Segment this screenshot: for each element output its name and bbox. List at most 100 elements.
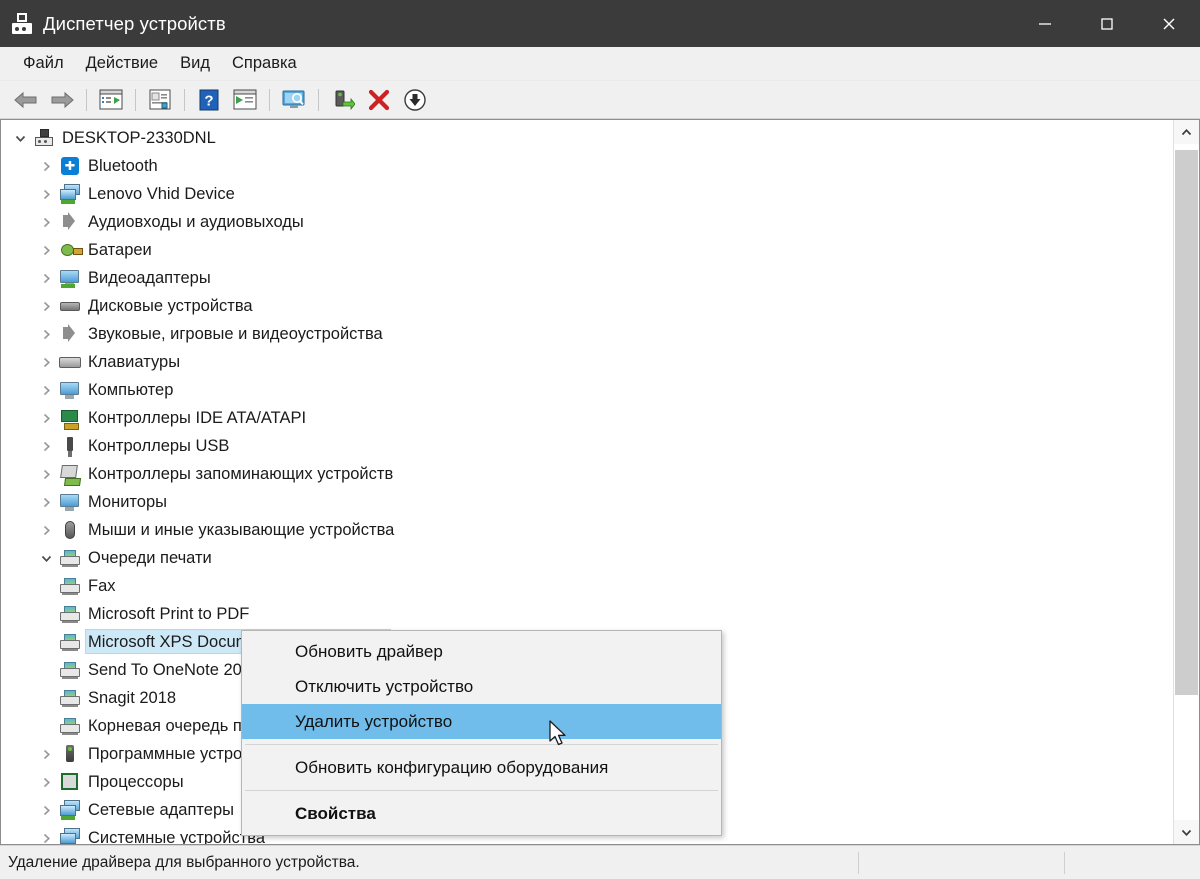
- context-menu-separator: [245, 744, 718, 745]
- tree-item-label: Snagit 2018: [88, 684, 176, 712]
- tree-item-label: Батареи: [88, 236, 152, 264]
- tree-row[interactable]: Компьютер: [1, 376, 1173, 404]
- chevron-right-icon[interactable]: [33, 824, 59, 844]
- tree-item-label: Мониторы: [88, 488, 167, 516]
- tree-row[interactable]: Мыши и иные указывающие устройства: [1, 516, 1173, 544]
- toolbar-separator: [86, 89, 87, 111]
- back-button[interactable]: [9, 85, 43, 115]
- context-menu: Обновить драйвер Отключить устройство Уд…: [241, 630, 722, 836]
- tree-row[interactable]: Звуковые, игровые и видеоустройства: [1, 320, 1173, 348]
- tree-row[interactable]: Аудиовходы и аудиовыходы: [1, 208, 1173, 236]
- device-tree[interactable]: DESKTOP-2330DNL Bluetooth: [1, 120, 1173, 844]
- svg-text:?: ?: [204, 92, 213, 109]
- speaker-icon: [59, 211, 81, 233]
- tree-row[interactable]: Батареи: [1, 236, 1173, 264]
- help-question-icon: ?: [199, 89, 219, 111]
- help-button[interactable]: ?: [192, 85, 226, 115]
- ctx-properties[interactable]: Свойства: [242, 796, 721, 831]
- show-hidden-devices-button[interactable]: [277, 85, 311, 115]
- usb-icon: [59, 435, 81, 457]
- chevron-right-icon[interactable]: [33, 740, 59, 768]
- tree-item-label: Компьютер: [88, 376, 173, 404]
- chevron-right-icon[interactable]: [33, 292, 59, 320]
- status-divider: [1064, 852, 1065, 874]
- chevron-right-icon[interactable]: [33, 320, 59, 348]
- tree-row[interactable]: Клавиатуры: [1, 348, 1173, 376]
- disable-device-button[interactable]: [398, 85, 432, 115]
- software-device-icon: [59, 743, 81, 765]
- toolbar-separator: [318, 89, 319, 111]
- forward-button[interactable]: [45, 85, 79, 115]
- tree-row[interactable]: Microsoft Print to PDF: [1, 600, 1173, 628]
- menu-bar: Файл Действие Вид Справка: [0, 47, 1200, 81]
- device-manager-icon: [11, 13, 33, 35]
- show-hide-console-tree-button[interactable]: [94, 85, 128, 115]
- scrollbar-track[interactable]: [1174, 144, 1199, 820]
- chevron-right-icon[interactable]: [33, 348, 59, 376]
- toolbar-separator: [269, 89, 270, 111]
- tree-row[interactable]: Fax: [1, 572, 1173, 600]
- tree-row[interactable]: DESKTOP-2330DNL: [1, 124, 1173, 152]
- update-driver-button[interactable]: [326, 85, 360, 115]
- vertical-scrollbar[interactable]: [1173, 120, 1199, 844]
- tree-row[interactable]: Очереди печати: [1, 544, 1173, 572]
- chevron-right-icon[interactable]: [33, 152, 59, 180]
- printer-icon: [59, 715, 81, 737]
- speaker-icon: [59, 323, 81, 345]
- tree-row[interactable]: Bluetooth: [1, 152, 1173, 180]
- chevron-right-icon[interactable]: [33, 432, 59, 460]
- properties-button[interactable]: [143, 85, 177, 115]
- display-adapter-icon: [59, 267, 81, 289]
- tree-row[interactable]: Видеоадаптеры: [1, 264, 1173, 292]
- chevron-right-icon[interactable]: [33, 516, 59, 544]
- chevron-right-icon[interactable]: [33, 796, 59, 824]
- status-bar: Удаление драйвера для выбранного устройс…: [0, 845, 1200, 879]
- tree-item-label: Fax: [88, 572, 116, 600]
- tree-item-label: DESKTOP-2330DNL: [62, 124, 216, 152]
- chevron-right-icon[interactable]: [33, 460, 59, 488]
- ctx-scan-hardware-changes[interactable]: Обновить конфигурацию оборудования: [242, 750, 721, 785]
- ctx-disable-device[interactable]: Отключить устройство: [242, 669, 721, 704]
- tree-row[interactable]: Мониторы: [1, 488, 1173, 516]
- red-x-icon: [368, 89, 390, 111]
- menu-action[interactable]: Действие: [75, 50, 170, 77]
- chevron-right-icon[interactable]: [33, 180, 59, 208]
- window-title: Диспетчер устройств: [43, 13, 226, 35]
- chevron-down-icon[interactable]: [7, 124, 33, 152]
- printer-icon: [59, 687, 81, 709]
- computer-icon: [59, 379, 81, 401]
- menu-view[interactable]: Вид: [169, 50, 221, 77]
- down-arrow-circle-icon: [403, 88, 427, 112]
- window-controls: [1014, 0, 1200, 47]
- uninstall-device-button[interactable]: [362, 85, 396, 115]
- device-manager-window: Диспетчер устройств Файл Действие Вид Сп…: [0, 0, 1200, 879]
- chevron-right-icon[interactable]: [33, 208, 59, 236]
- ctx-update-driver[interactable]: Обновить драйвер: [242, 634, 721, 669]
- tree-row[interactable]: Lenovo Vhid Device: [1, 180, 1173, 208]
- maximize-button[interactable]: [1076, 0, 1138, 47]
- minimize-button[interactable]: [1014, 0, 1076, 47]
- scroll-up-arrow[interactable]: [1174, 120, 1199, 144]
- chevron-right-icon[interactable]: [33, 264, 59, 292]
- chevron-down-icon[interactable]: [33, 544, 59, 572]
- scroll-down-arrow[interactable]: [1174, 820, 1199, 844]
- scan-hardware-button[interactable]: [228, 85, 262, 115]
- scrollbar-thumb[interactable]: [1175, 150, 1198, 695]
- chevron-right-icon[interactable]: [33, 488, 59, 516]
- chevron-right-icon[interactable]: [33, 768, 59, 796]
- tree-item-label: Дисковые устройства: [88, 292, 253, 320]
- chevron-right-icon[interactable]: [33, 236, 59, 264]
- keyboard-icon: [59, 351, 81, 373]
- context-menu-separator: [245, 790, 718, 791]
- tree-row[interactable]: Контроллеры IDE ATA/ATAPI: [1, 404, 1173, 432]
- tree-row[interactable]: Дисковые устройства: [1, 292, 1173, 320]
- chevron-right-icon[interactable]: [33, 376, 59, 404]
- mouse-icon: [59, 519, 81, 541]
- menu-help[interactable]: Справка: [221, 50, 308, 77]
- tree-row[interactable]: Контроллеры USB: [1, 432, 1173, 460]
- close-button[interactable]: [1138, 0, 1200, 47]
- tree-row[interactable]: Контроллеры запоминающих устройств: [1, 460, 1173, 488]
- chevron-right-icon[interactable]: [33, 404, 59, 432]
- ctx-uninstall-device[interactable]: Удалить устройство: [242, 704, 721, 739]
- menu-file[interactable]: Файл: [12, 50, 75, 77]
